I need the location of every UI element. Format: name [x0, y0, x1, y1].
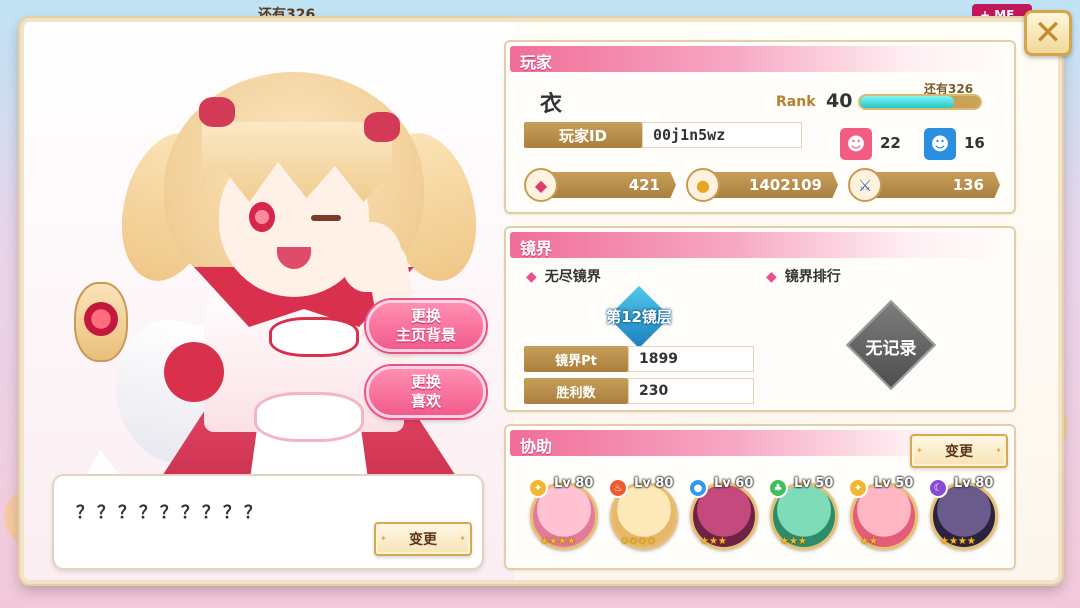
- follower-count: 16: [964, 134, 985, 152]
- diamond-bullet-icon: ◆: [766, 269, 777, 285]
- support-member-card[interactable]: ✦ Lv 50 ★★: [848, 476, 920, 552]
- support-member-stars: ★★★★: [540, 536, 576, 547]
- player-panel: 玩家 衣 Rank 40 还有326 玩家ID 00j1n5wz ☻ 22 ☻ …: [504, 40, 1016, 214]
- light-attribute-icon: ✦: [528, 478, 548, 498]
- support-member-stars: ★★★★: [940, 536, 976, 547]
- player-id-value: 00j1n5wz: [642, 122, 802, 148]
- endless-mirror-title: ◆ 无尽镜界: [526, 269, 601, 285]
- rank-value: 40: [826, 90, 853, 112]
- hair-ribbon-icon: [364, 112, 400, 142]
- change-support-button[interactable]: 变更: [910, 434, 1008, 468]
- floor-badge: 第12镜层: [594, 285, 684, 349]
- support-member-stars: ★★: [860, 536, 878, 547]
- change-comment-button[interactable]: 变更: [374, 522, 472, 556]
- player-id-label: 玩家ID: [524, 122, 642, 148]
- water-attribute-icon: ●: [688, 478, 708, 498]
- support-member-stars: ★★★: [780, 536, 807, 547]
- exp-bar-fill: [860, 96, 954, 108]
- close-icon: ✕: [1033, 13, 1063, 53]
- player-name: 衣: [540, 92, 563, 117]
- no-record-badge: 无记录: [845, 299, 937, 391]
- support-member-level: Lv 60: [714, 476, 754, 491]
- support-member-level: Lv 80: [634, 476, 674, 491]
- diamond-bullet-icon: ◆: [526, 269, 537, 285]
- mirror-pt-value: 1899: [628, 346, 754, 372]
- follow-count: 22: [880, 134, 901, 152]
- follower-icon: ☻: [924, 128, 956, 160]
- support-member-card[interactable]: ♣ Lv 50 ★★★: [768, 476, 840, 552]
- forest-attribute-icon: ♣: [768, 478, 788, 498]
- wins-value: 230: [628, 378, 754, 404]
- coin-icon: ●: [686, 168, 720, 202]
- panel-title: 协助: [520, 437, 553, 456]
- gem-icon: ◆: [524, 168, 558, 202]
- panel-header: 玩家: [510, 46, 1010, 72]
- panel-title: 玩家: [520, 53, 553, 72]
- support-member-stars: ★★★★: [620, 536, 656, 547]
- light-attribute-icon: ✦: [848, 478, 868, 498]
- comment-text: ？？？？？？？？？: [76, 503, 265, 523]
- exp-bar: [858, 94, 982, 110]
- support-panel: 协助 变更 ✦ Lv 80 ★★★★ ♨ Lv 80 ★★★★ ● Lv 60 ★★★ ♣ Lv 5…: [504, 424, 1016, 570]
- support-member-card[interactable]: ☾ Lv 80 ★★★★: [928, 476, 1000, 552]
- fire-attribute-icon: ♨: [608, 478, 628, 498]
- rank-label: Rank: [776, 94, 816, 110]
- support-member-level: Lv 80: [954, 476, 994, 491]
- mirror-pt-label: 镜界Pt: [524, 346, 628, 372]
- mirror-ranking-title: ◆ 镜界排行: [766, 269, 841, 285]
- support-member-level: Lv 80: [554, 476, 594, 491]
- panel-header: 镜界: [510, 232, 1010, 258]
- support-member-card[interactable]: ✦ Lv 80 ★★★★: [528, 476, 600, 552]
- support-member-level: Lv 50: [794, 476, 834, 491]
- wins-label: 胜利数: [524, 378, 628, 404]
- mirror-panel: 镜界 ◆ 无尽镜界 ◆ 镜界排行 第12镜层 镜界Pt 1899 胜利数 230 无…: [504, 226, 1016, 412]
- close-button[interactable]: ✕: [1024, 10, 1072, 56]
- panel-title: 镜界: [520, 239, 553, 258]
- dark-attribute-icon: ☾: [928, 478, 948, 498]
- follow-icon: ☻: [840, 128, 872, 160]
- comment-box: ？？？？？？？？？ 变更: [52, 474, 484, 570]
- support-member-card[interactable]: ♨ Lv 80 ★★★★: [608, 476, 680, 552]
- soul-gem-compact-icon: [74, 282, 128, 362]
- support-member-level: Lv 50: [874, 476, 914, 491]
- support-member-stars: ★★★: [700, 536, 727, 547]
- change-home-background-button[interactable]: 更换 主页背景: [366, 300, 486, 352]
- sword-medal-icon: ⚔: [848, 168, 882, 202]
- change-favorite-button[interactable]: 更换 喜欢: [366, 366, 486, 418]
- hair-ribbon-icon: [199, 97, 235, 127]
- support-member-card[interactable]: ● Lv 60 ★★★: [688, 476, 760, 552]
- character-illustration: [74, 52, 504, 532]
